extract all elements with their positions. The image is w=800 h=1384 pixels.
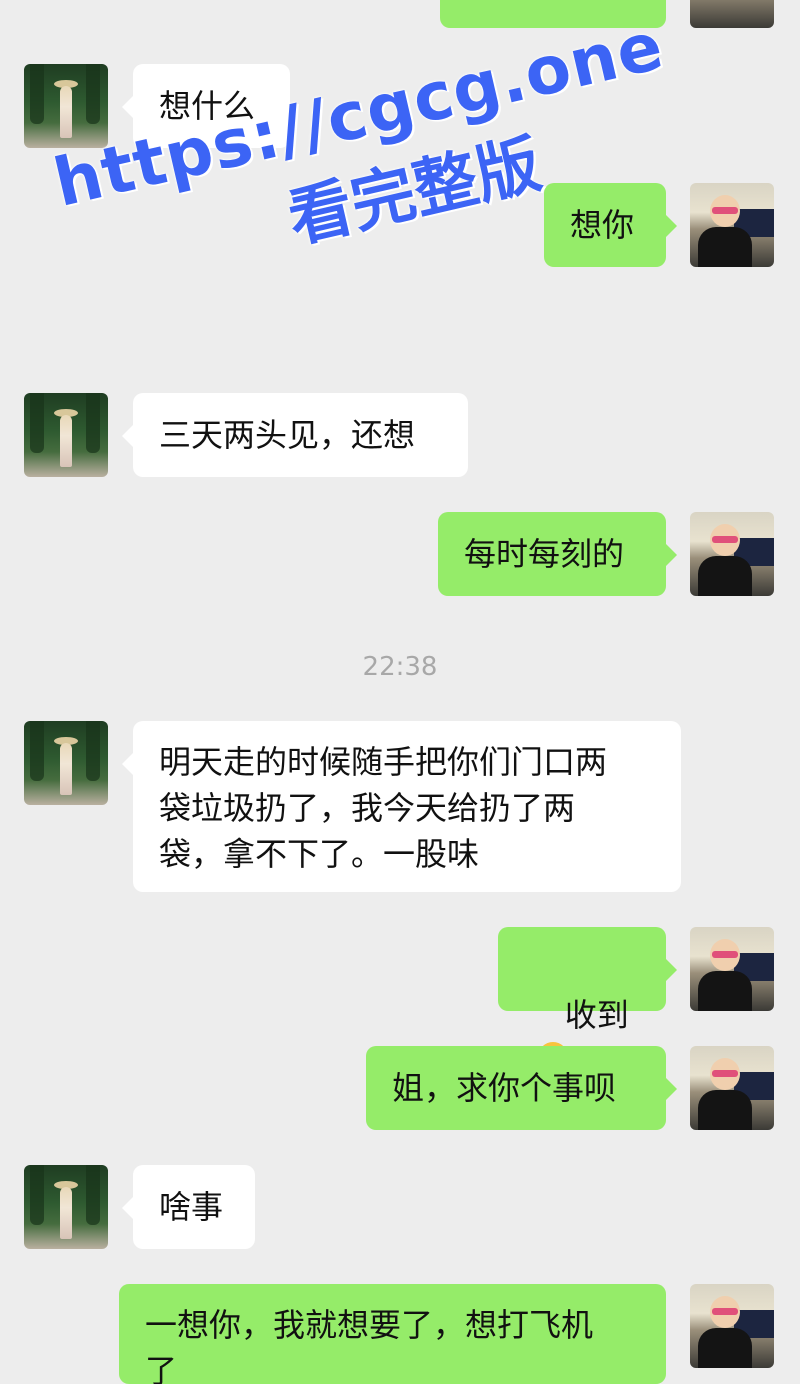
message-bubble-outgoing[interactable]: 一想你，我就想要了，想打飞机 了 — [119, 1284, 666, 1384]
avatar-incoming[interactable] — [24, 721, 108, 805]
avatar-incoming[interactable] — [24, 393, 108, 477]
avatar-outgoing[interactable] — [690, 1046, 774, 1130]
message-bubble-outgoing[interactable]: 收到 — [498, 927, 677, 1072]
message-bubble-outgoing[interactable]: 想你 — [544, 183, 677, 267]
message-bubble-outgoing[interactable]: 姐，求你个事呗 — [366, 1046, 677, 1130]
message-text: 收到 — [564, 996, 629, 1034]
message-bubble-incoming[interactable]: 三天两头见，还想 — [122, 393, 468, 477]
message-bubble-incoming[interactable]: 想什么 — [122, 64, 290, 148]
avatar-outgoing[interactable] — [690, 0, 774, 28]
avatar-incoming[interactable] — [24, 64, 108, 148]
watermark-caption: 看完整版 — [281, 127, 548, 258]
avatar-outgoing[interactable] — [690, 512, 774, 596]
partial-outgoing-bubble[interactable] — [440, 0, 666, 28]
avatar-outgoing[interactable] — [690, 1284, 774, 1368]
message-bubble-incoming[interactable]: 明天走的时候随手把你们门口两 袋垃圾扔了，我今天给扔了两 袋，拿不下了。一股味 — [122, 721, 681, 892]
chat-timestamp: 22:38 — [362, 652, 438, 682]
message-bubble-outgoing[interactable]: 每时每刻的 — [438, 512, 677, 596]
message-bubble-incoming[interactable]: 啥事 — [122, 1165, 255, 1249]
avatar-outgoing[interactable] — [690, 927, 774, 1011]
avatar-incoming[interactable] — [24, 1165, 108, 1249]
avatar-outgoing[interactable] — [690, 183, 774, 267]
